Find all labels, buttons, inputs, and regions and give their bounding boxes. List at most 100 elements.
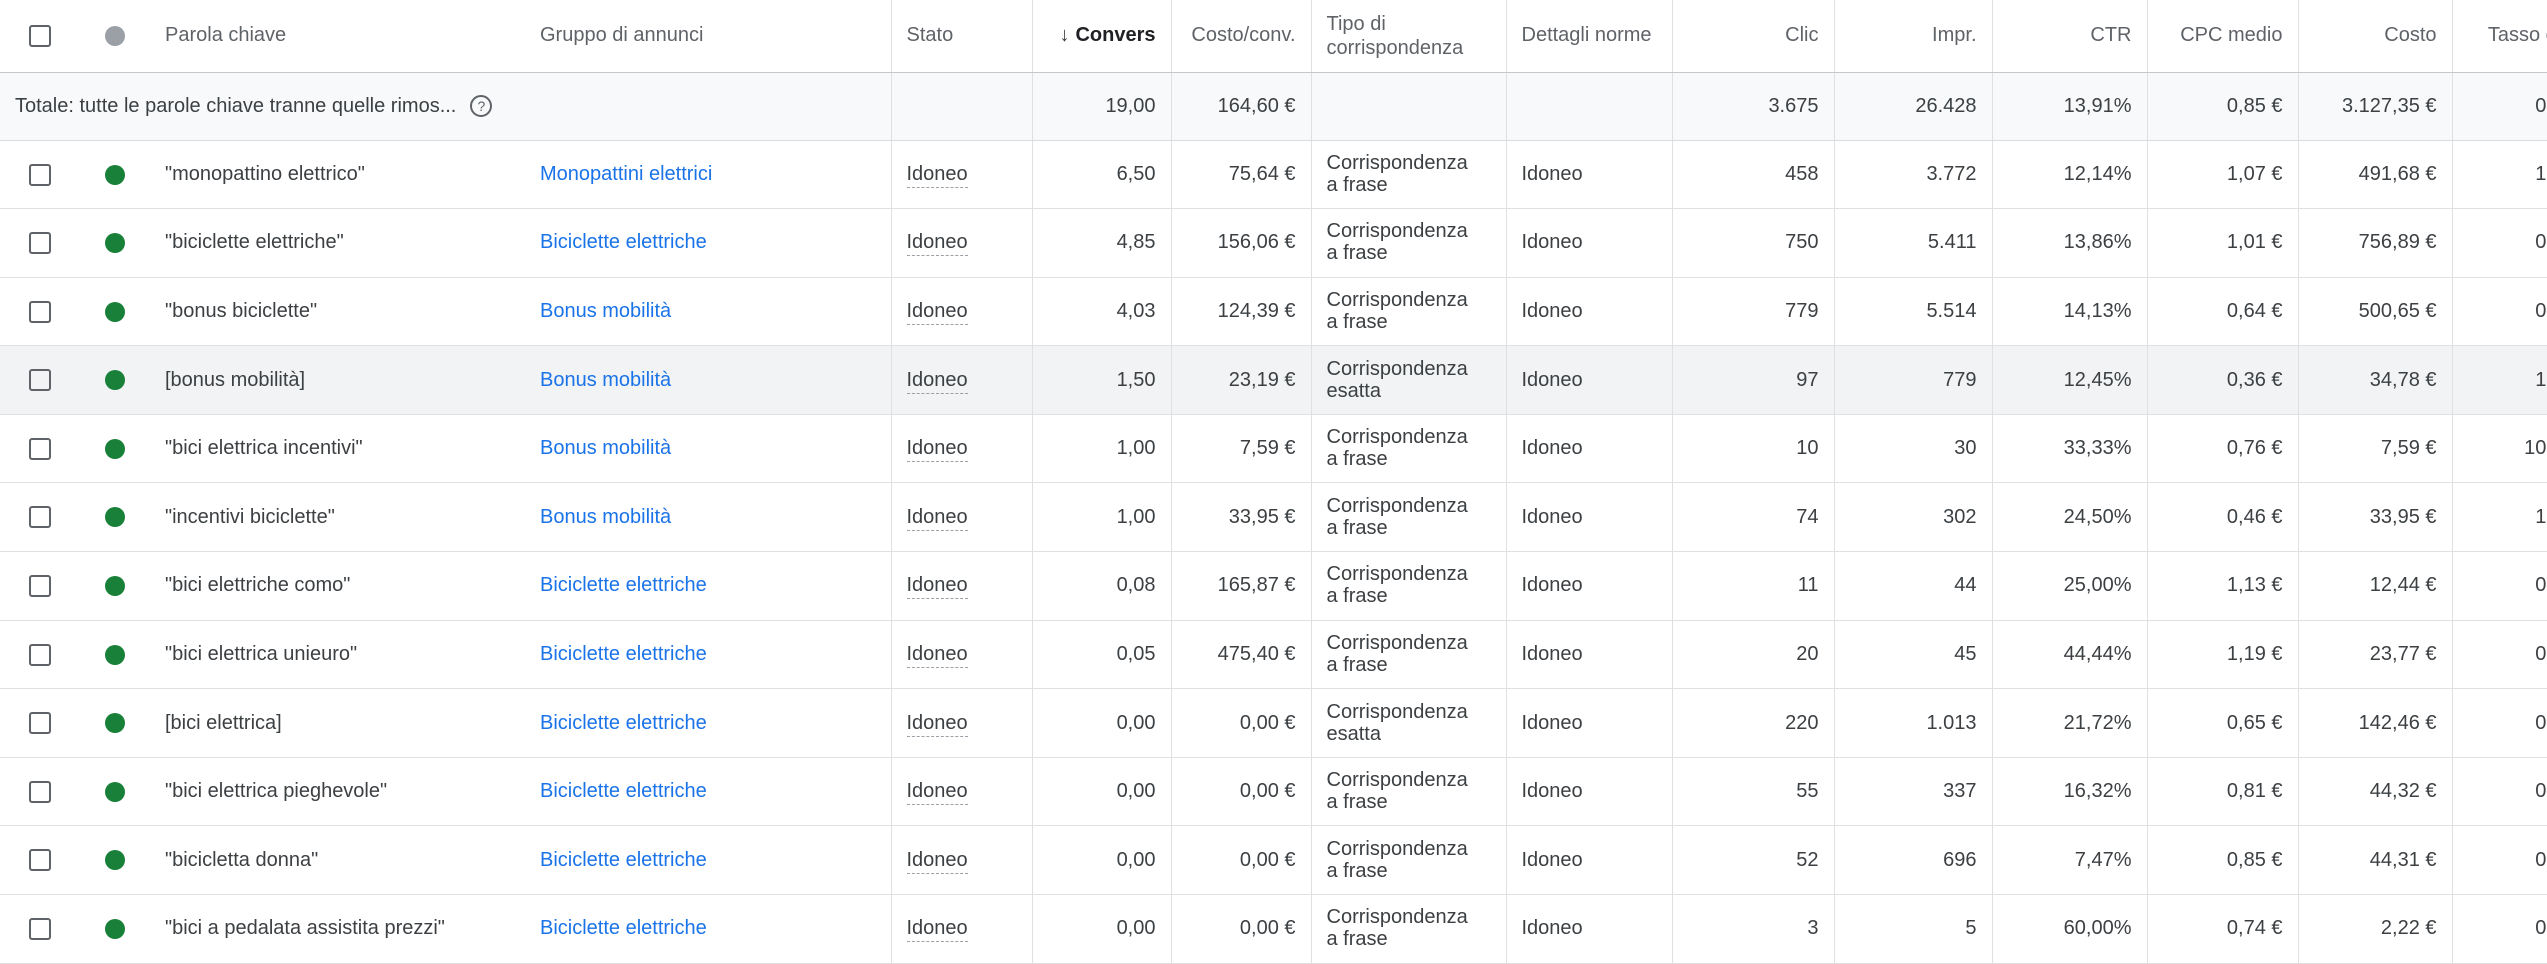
header-cost-conv[interactable]: Costo/conv.	[1171, 0, 1312, 73]
header-status[interactable]: Stato	[891, 0, 1033, 73]
ad-group-link[interactable]: Biciclette elettriche	[540, 231, 707, 253]
total-conv-rate: 0,52%	[2452, 72, 2547, 141]
cost-cell: 142,46 €	[2298, 688, 2453, 758]
ad-group-link[interactable]: Biciclette elettriche	[540, 917, 707, 939]
table-row[interactable]: "incentivi biciclette" Bonus mobilità Idon…	[0, 482, 2547, 553]
status-text[interactable]: Idoneo	[906, 642, 968, 668]
header-match-type[interactable]: Tipo di corrispondenza	[1311, 0, 1507, 73]
status-text[interactable]: Idoneo	[906, 162, 968, 188]
row-checkbox[interactable]	[29, 369, 51, 392]
row-checkbox-cell	[0, 688, 80, 758]
header-keyword[interactable]: Parola chiave	[150, 0, 525, 73]
keyword-cell[interactable]: "bonus biciclette"	[150, 277, 525, 347]
clicks-cell: 220	[1672, 688, 1835, 758]
impressions-cell: 30	[1834, 414, 1993, 484]
table-row[interactable]: "bicicletta donna" Biciclette elettriche I…	[0, 825, 2547, 896]
header-conv-rate[interactable]: Tasso conv.	[2452, 0, 2547, 73]
status-text[interactable]: Idoneo	[906, 368, 968, 394]
row-checkbox[interactable]	[29, 780, 51, 803]
select-all-cell	[0, 0, 80, 73]
keyword-cell[interactable]: "biciclette elettriche"	[150, 208, 525, 278]
table-row[interactable]: "monopattino elettrico" Monopattini elett…	[0, 140, 2547, 210]
impressions-cell: 779	[1834, 345, 1993, 415]
status-header-dot-icon	[105, 25, 125, 46]
keyword-text: "bici elettrica incentivi"	[165, 437, 363, 460]
enabled-status-dot-icon	[105, 850, 125, 871]
ad-group-link[interactable]: Bonus mobilità	[540, 300, 671, 322]
header-cpc[interactable]: CPC medio	[2147, 0, 2299, 73]
header-cost[interactable]: Costo	[2298, 0, 2453, 73]
table-row[interactable]: "bici elettriche como" Biciclette elettri…	[0, 551, 2547, 621]
total-impressions: 26.428	[1834, 72, 1993, 141]
row-checkbox[interactable]	[29, 163, 51, 186]
ad-group-link[interactable]: Bonus mobilità	[540, 437, 671, 459]
table-row[interactable]: "bici elettrica unieuro" Biciclette elett…	[0, 620, 2547, 690]
match-type-cell: Corrispondenza a frase	[1311, 551, 1507, 621]
ad-group-link[interactable]: Biciclette elettriche	[540, 849, 707, 871]
status-text[interactable]: Idoneo	[906, 437, 968, 463]
row-checkbox[interactable]	[29, 300, 51, 323]
cost-conv-cell: 7,59 €	[1171, 414, 1312, 484]
conv-rate-cell: 0,65%	[2452, 208, 2547, 278]
cpc-cell: 0,36 €	[2147, 345, 2299, 415]
header-impressions[interactable]: Impr.	[1834, 0, 1993, 73]
match-type-line2: esatta	[1326, 722, 1381, 745]
row-checkbox[interactable]	[29, 232, 51, 255]
select-all-checkbox[interactable]	[29, 24, 51, 47]
keyword-cell[interactable]: "incentivi biciclette"	[150, 482, 525, 553]
header-ctr[interactable]: CTR	[1992, 0, 2148, 73]
status-text[interactable]: Idoneo	[906, 780, 968, 806]
table-row[interactable]: "bici a pedalata assistita prezzi" Bicicl…	[0, 894, 2547, 964]
header-clicks[interactable]: Clic	[1672, 0, 1835, 73]
status-text[interactable]: Idoneo	[906, 505, 968, 531]
keyword-cell[interactable]: "bici elettrica pieghevole"	[150, 757, 525, 827]
header-ad-group[interactable]: Gruppo di annunci	[525, 0, 892, 73]
keyword-cell[interactable]: "bicicletta donna"	[150, 825, 525, 896]
status-text[interactable]: Idoneo	[906, 574, 968, 600]
keyword-cell[interactable]: "bici elettriche como"	[150, 551, 525, 621]
row-checkbox[interactable]	[29, 575, 51, 598]
ad-group-link[interactable]: Monopattini elettrici	[540, 163, 712, 185]
status-text[interactable]: Idoneo	[906, 848, 968, 874]
ad-group-link[interactable]: Bonus mobilità	[540, 369, 671, 391]
table-row[interactable]: "biciclette elettriche" Biciclette elettr…	[0, 208, 2547, 278]
row-checkbox[interactable]	[29, 849, 51, 872]
status-cell: Idoneo	[891, 551, 1033, 621]
keyword-cell[interactable]: "bici elettrica incentivi"	[150, 414, 525, 484]
status-text[interactable]: Idoneo	[906, 299, 968, 325]
header-policy[interactable]: Dettagli norme	[1506, 0, 1673, 73]
row-checkbox-cell	[0, 414, 80, 484]
row-checkbox[interactable]	[29, 712, 51, 735]
ad-group-link[interactable]: Bonus mobilità	[540, 506, 671, 528]
row-checkbox-cell	[0, 208, 80, 278]
table-row[interactable]: [bici elettrica] Biciclette elettriche Ido…	[0, 688, 2547, 758]
keyword-cell[interactable]: "bici elettrica unieuro"	[150, 620, 525, 690]
row-checkbox[interactable]	[29, 437, 51, 460]
help-icon[interactable]: ?	[470, 95, 493, 118]
keyword-cell[interactable]: [bici elettrica]	[150, 688, 525, 758]
table-row[interactable]: [bonus mobilità] Bonus mobilità Idoneo 1,50…	[0, 345, 2547, 415]
status-text[interactable]: Idoneo	[906, 917, 968, 943]
header-conversions[interactable]: ↓ Convers	[1032, 0, 1172, 73]
table-row[interactable]: "bonus biciclette" Bonus mobilità Idoneo 4,…	[0, 277, 2547, 347]
keyword-cell[interactable]: "bici a pedalata assistita prezzi"	[150, 894, 525, 964]
status-text[interactable]: Idoneo	[906, 711, 968, 737]
cpc-cell: 0,64 €	[2147, 277, 2299, 347]
ad-group-link[interactable]: Biciclette elettriche	[540, 780, 707, 802]
cost-conv-cell: 0,00 €	[1171, 894, 1312, 964]
table-row[interactable]: "bici elettrica incentivi" Bonus mobilità…	[0, 414, 2547, 484]
keyword-cell[interactable]: [bonus mobilità]	[150, 345, 525, 415]
table-row[interactable]: "bici elettrica pieghevole" Biciclette el…	[0, 757, 2547, 827]
row-checkbox[interactable]	[29, 506, 51, 529]
ad-group-link[interactable]: Biciclette elettriche	[540, 643, 707, 665]
ad-group-cell: Biciclette elettriche	[525, 825, 892, 896]
row-checkbox[interactable]	[29, 643, 51, 666]
conv-rate-cell: 1,55%	[2452, 345, 2547, 415]
match-type-line2: esatta	[1326, 379, 1381, 402]
row-checkbox[interactable]	[29, 918, 51, 941]
ad-group-link[interactable]: Biciclette elettriche	[540, 712, 707, 734]
status-text[interactable]: Idoneo	[906, 231, 968, 257]
ad-group-link[interactable]: Biciclette elettriche	[540, 574, 707, 596]
clicks-cell: 11	[1672, 551, 1835, 621]
keyword-cell[interactable]: "monopattino elettrico"	[150, 140, 525, 210]
